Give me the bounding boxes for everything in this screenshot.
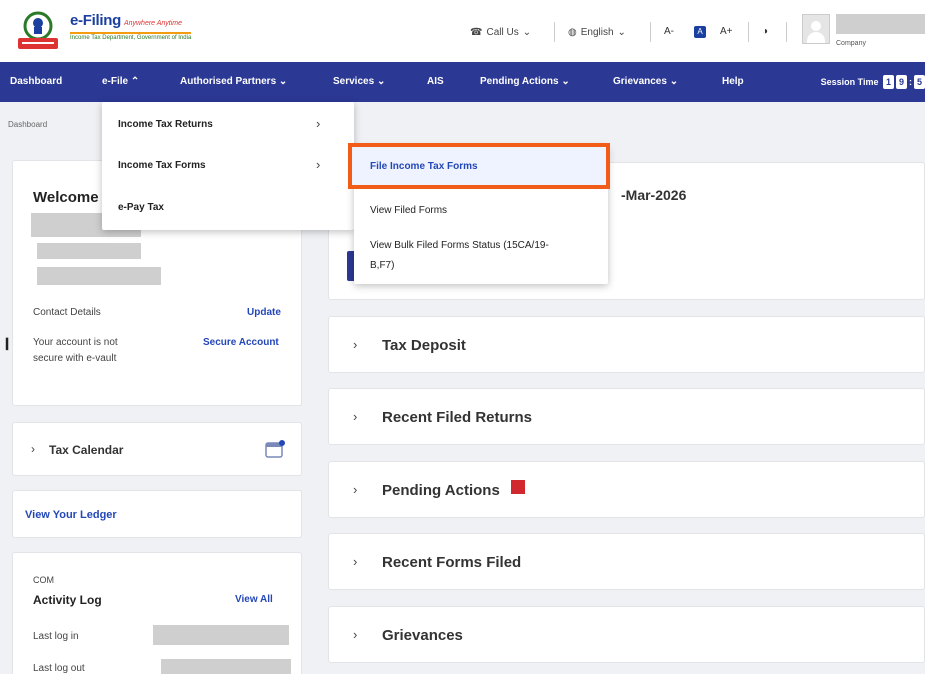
phone-icon: ☎ [470, 27, 483, 38]
menu-item-file-income-tax-forms: File Income Tax Forms [370, 161, 478, 172]
language-label: English [580, 27, 614, 38]
brand-subtitle: Income Tax Department, Government of Ind… [70, 32, 192, 41]
chevron-right-icon: › [353, 337, 358, 352]
account-message-line1: Your account is not [33, 337, 118, 348]
pending-alert-badge [511, 480, 525, 494]
session-digit: 5 [914, 75, 925, 89]
chevron-down-icon: ⌄ [669, 76, 679, 87]
contrast-icon[interactable]: ◑ [762, 26, 768, 37]
call-us-label: Call Us [486, 27, 519, 38]
due-date-text: -Mar-2026 [621, 187, 687, 203]
bulk-filed-forms-line1: View Bulk Filed Forms Status (15CA/19- [370, 240, 549, 251]
accordion-title: Recent Filed Returns [382, 409, 533, 426]
nav-pending-actions[interactable]: Pending Actions ⌄ [480, 62, 570, 102]
left-edge-marker: ❙ [2, 336, 13, 350]
user-name-redacted [836, 14, 925, 34]
globe-icon: ◍ [568, 27, 577, 38]
chevron-right-icon: › [31, 442, 35, 456]
accordion-tax-deposit[interactable]: › Tax Deposit [328, 316, 925, 373]
nav-grievances-label: Grievances [613, 76, 667, 87]
top-header: e-Filing Anywhere Anytime Income Tax Depa… [0, 0, 925, 62]
chevron-down-icon: ⌄ [617, 27, 626, 38]
accordion-grievances[interactable]: › Grievances [328, 606, 925, 663]
session-timer: Session Time 19:5 [821, 62, 925, 102]
tax-calendar-card[interactable]: › Tax Calendar [12, 422, 302, 476]
chevron-down-icon: ⌄ [376, 76, 386, 87]
session-digit: 9 [896, 75, 907, 89]
activity-log-title: Activity Log [33, 593, 102, 607]
session-colon: : [909, 77, 912, 87]
update-link[interactable]: Update [247, 307, 281, 318]
menu-item-income-tax-forms[interactable]: Income Tax Forms [118, 160, 206, 171]
chevron-right-icon: › [353, 482, 358, 497]
contact-details-label: Contact Details [33, 307, 101, 318]
chevron-down-icon: ⌄ [522, 27, 532, 38]
nav-help[interactable]: Help [722, 62, 744, 102]
chevron-down-icon: ⌄ [561, 76, 570, 87]
nav-services-label: Services [333, 76, 375, 87]
accordion-title: Grievances [382, 627, 463, 644]
chevron-right-icon: › [353, 409, 358, 424]
nav-dashboard[interactable]: Dashboard [10, 62, 62, 102]
last-logout-value-redacted [161, 659, 291, 674]
chevron-down-icon: ⌄ [278, 76, 288, 87]
brand-logo[interactable]: e-Filing Anywhere Anytime Income Tax Depa… [70, 12, 192, 41]
accordion-title: Tax Deposit [382, 337, 466, 354]
nav-pending-actions-label: Pending Actions [480, 76, 559, 87]
nav-authorised-partners-label: Authorised Partners [180, 76, 277, 87]
nav-efile-label: e-File [102, 76, 129, 87]
view-ledger-link[interactable]: View Your Ledger [25, 509, 117, 521]
view-all-link[interactable]: View All [235, 594, 273, 605]
main-nav: Dashboard e-File ⌃ Authorised Partners ⌄… [0, 62, 925, 102]
font-decrease-button[interactable]: A- [664, 26, 674, 37]
bulk-filed-forms-line2: B,F7) [370, 260, 395, 271]
efile-dropdown-menu: Income Tax Returns › Income Tax Forms › … [102, 102, 354, 230]
session-label: Session Time [820, 77, 879, 87]
file-income-tax-forms-highlight[interactable]: File Income Tax Forms [348, 143, 610, 189]
font-normal-button[interactable]: A [694, 26, 706, 38]
user-type-label: Company [836, 40, 866, 47]
language-select[interactable]: ◍ English ⌄ [568, 27, 626, 38]
last-login-label: Last log in [33, 631, 79, 642]
user-info-redacted [37, 267, 161, 285]
accordion-title: Pending Actions [382, 482, 500, 499]
nav-grievances[interactable]: Grievances ⌄ [613, 62, 678, 102]
tax-calendar-label: Tax Calendar [49, 443, 124, 457]
menu-item-view-filed-forms[interactable]: View Filed Forms [370, 205, 447, 216]
accordion-recent-forms-filed[interactable]: › Recent Forms Filed [328, 533, 925, 590]
chevron-right-icon: › [316, 116, 321, 131]
accordion-pending-actions[interactable]: › Pending Actions [328, 461, 925, 518]
nav-ais[interactable]: AIS [427, 62, 444, 102]
chevron-right-icon: › [353, 554, 358, 569]
brand-tagline: Anywhere Anytime [123, 20, 183, 27]
accordion-title: Recent Forms Filed [382, 554, 522, 571]
menu-item-epay-tax[interactable]: e-Pay Tax [118, 202, 164, 213]
account-message-line2: secure with e-vault [33, 353, 117, 364]
chevron-up-icon: ⌃ [130, 76, 140, 87]
chevron-right-icon: › [353, 627, 358, 642]
user-info-redacted [37, 243, 141, 259]
nav-efile[interactable]: e-File ⌃ [102, 62, 139, 102]
nav-services[interactable]: Services ⌄ [333, 62, 385, 102]
menu-item-income-tax-returns[interactable]: Income Tax Returns [118, 119, 213, 130]
account-type-label: COM [33, 575, 54, 585]
calendar-icon[interactable] [265, 440, 285, 458]
last-login-value-redacted [153, 625, 289, 645]
secure-account-link[interactable]: Secure Account [203, 337, 279, 348]
breadcrumb[interactable]: Dashboard [8, 120, 47, 129]
activity-log-card: COM Activity Log View All Last log in La… [12, 552, 302, 674]
welcome-title: Welcome [33, 189, 99, 206]
brand-name: e-Filing [70, 12, 121, 29]
accordion-recent-filed-returns[interactable]: › Recent Filed Returns [328, 388, 925, 445]
font-increase-button[interactable]: A+ [720, 26, 733, 37]
session-digit: 1 [883, 75, 894, 89]
ledger-card: View Your Ledger [12, 490, 302, 538]
call-us-button[interactable]: ☎ Call Us ⌄ [470, 27, 531, 38]
last-logout-label: Last log out [33, 663, 85, 674]
nav-authorised-partners[interactable]: Authorised Partners ⌄ [180, 62, 287, 102]
avatar[interactable] [802, 14, 830, 44]
chevron-right-icon: › [316, 157, 321, 172]
emblem-logo-icon[interactable] [14, 10, 62, 52]
